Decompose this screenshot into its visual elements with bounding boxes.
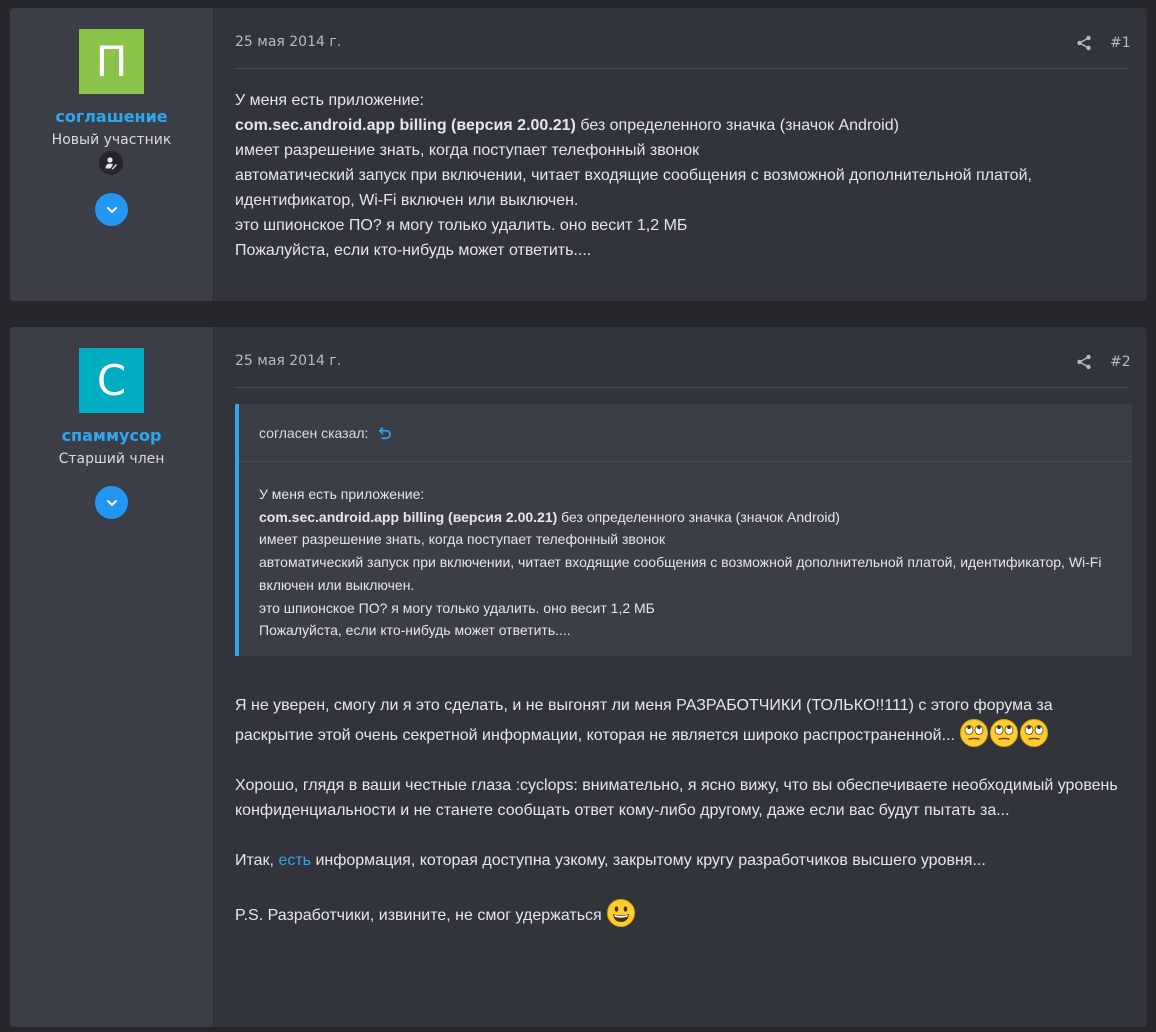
undo-arrow-icon[interactable] [378, 426, 392, 440]
avatar[interactable]: П [79, 29, 144, 94]
body-line: автоматический запуск при включении, чит… [235, 167, 1032, 209]
body-link[interactable]: есть [278, 852, 311, 869]
body-text: без определенного значка (значок Android… [575, 117, 899, 134]
eye-roll-emoji [1020, 719, 1049, 747]
eye-roll-emoji [990, 719, 1019, 747]
post-number[interactable]: #2 [1110, 354, 1131, 370]
user-title: Старший член [58, 451, 165, 467]
chevron-down-icon [106, 206, 117, 213]
body-paragraph: Хорошо, глядя в ваши честные глаза :cycl… [235, 777, 1118, 819]
app-name: com.sec.android.app billing (версия 2.00… [259, 508, 558, 525]
quote-block: согласен сказал: У меня есть приложение:… [235, 404, 1132, 656]
body-line: это шпионское ПО? я могу только удалить.… [235, 217, 688, 234]
quote-line: Пожалуйста, если кто-нибудь может ответи… [259, 622, 571, 639]
body-line: имеет разрешение знать, когда поступает … [235, 142, 700, 159]
quote-author: согласен сказал: [259, 425, 392, 441]
post-main: 25 мая 2014 г. #2 согласен сказал: У мен… [214, 327, 1147, 1027]
header-divider [235, 387, 1128, 388]
quote-author-text: согласен сказал: [259, 425, 369, 441]
grin-emoji [607, 899, 636, 927]
share-icon[interactable] [1076, 354, 1092, 370]
post-body: Я не уверен, смогу ли я это сделать, и н… [235, 693, 1132, 928]
user-edit-icon [105, 157, 117, 170]
body-line: com.sec.android.app billing (версия 2.00… [235, 113, 1132, 138]
body-text: Итак, [235, 852, 279, 869]
quote-text: без определенного значка (значок Android… [557, 508, 840, 525]
body-paragraph: Я не уверен, смогу ли я это сделать, и н… [235, 693, 1132, 748]
post-2: С спаммусор Старший член 25 мая 2014 г. … [10, 327, 1147, 1027]
post-date[interactable]: 25 мая 2014 г. [235, 353, 341, 369]
username[interactable]: соглашение [10, 107, 213, 126]
quote-line: com.sec.android.app billing (версия 2.00… [259, 506, 1112, 529]
quote-line: это шпионское ПО? я могу только удалить.… [259, 599, 655, 616]
quote-line: автоматический запуск при включении, чит… [259, 554, 1102, 593]
avatar[interactable]: С [79, 348, 144, 413]
expand-user-button[interactable] [95, 193, 128, 226]
post-body: У меня есть приложение: com.sec.android.… [235, 88, 1132, 263]
post-user-panel: С спаммусор Старший член [10, 327, 214, 1027]
body-paragraph: Итак, есть информация, которая доступна … [235, 848, 1132, 873]
username[interactable]: спаммусор [10, 426, 213, 445]
quote-line: У меня есть приложение: [259, 486, 425, 502]
body-text: информация, которая доступна узкому, зак… [311, 852, 986, 869]
post-1: П соглашение Новый участник 25 мая 2014 … [10, 8, 1147, 301]
user-badge[interactable] [99, 151, 123, 175]
share-icon[interactable] [1076, 35, 1092, 51]
app-name: com.sec.android.app billing (версия 2.00… [235, 117, 576, 134]
quote-line: имеет разрешение знать, когда поступает … [259, 531, 666, 548]
quote-divider [239, 461, 1132, 462]
chevron-down-icon [106, 499, 117, 506]
body-text: Я не уверен, смогу ли я это сделать, и н… [235, 697, 1053, 744]
user-title: Новый участник [51, 132, 172, 148]
body-line: Пожалуйста, если кто-нибудь может ответи… [235, 242, 592, 259]
post-main: 25 мая 2014 г. #1 У меня есть приложение… [214, 8, 1147, 301]
body-text: P.S. Разработчики, извините, не смог уде… [235, 907, 602, 924]
expand-user-button[interactable] [95, 486, 128, 519]
body-line: У меня есть приложение: [235, 92, 424, 109]
post-date[interactable]: 25 мая 2014 г. [235, 34, 341, 50]
quote-body: У меня есть приложение: com.sec.android.… [259, 483, 1112, 642]
header-divider [235, 68, 1128, 69]
post-number[interactable]: #1 [1110, 35, 1131, 51]
body-paragraph: P.S. Разработчики, извините, не смог уде… [235, 898, 1132, 928]
post-user-panel: П соглашение Новый участник [10, 8, 214, 301]
eye-roll-emoji [960, 719, 989, 747]
